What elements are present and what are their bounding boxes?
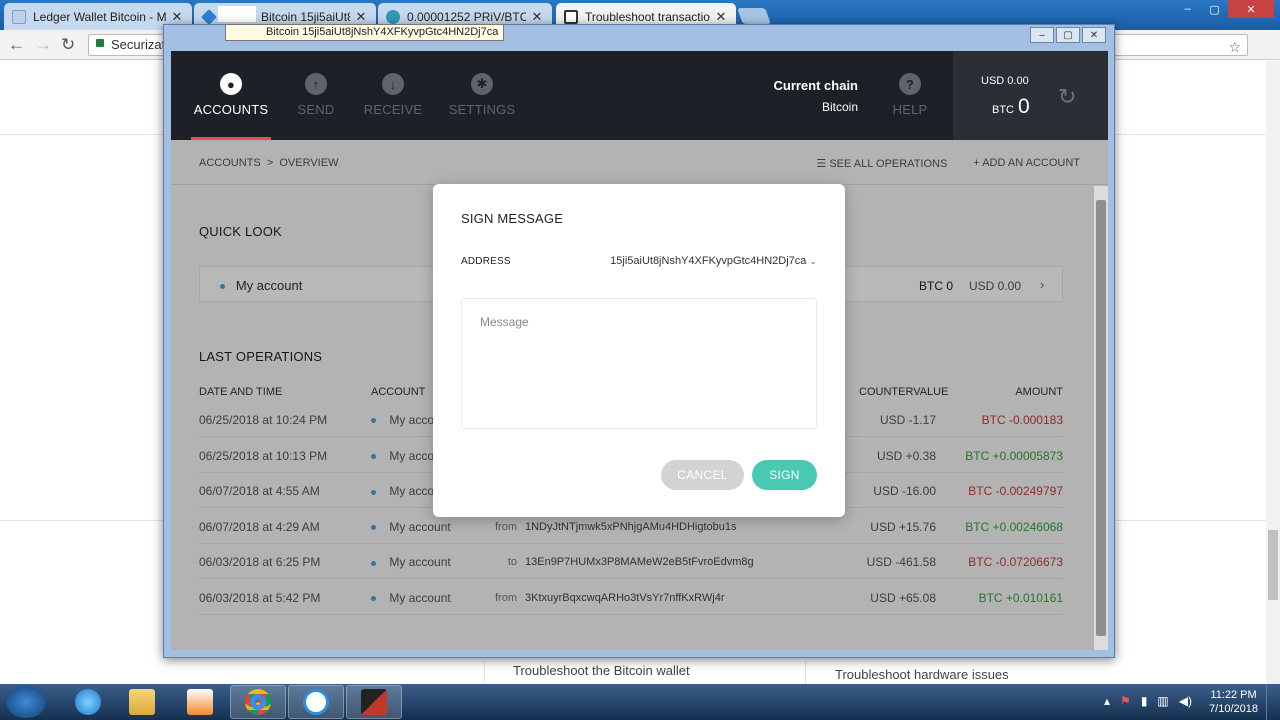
tab-close-icon[interactable]: ✕	[530, 9, 544, 25]
tab-tooltip: Bitcoin 15ji5aiUt8jNshY4XFKyvpGtc4HN2Dj7…	[225, 24, 505, 41]
ledger-favicon	[12, 9, 26, 24]
taskbar-explorer[interactable]	[114, 685, 170, 719]
nav-label: SEND	[297, 102, 335, 117]
clock-date: 7/10/2018	[1209, 703, 1258, 715]
address-bar-text: Securizat	[111, 37, 166, 52]
balance-panel: USD 0.00 BTC 0 ↻	[953, 51, 1108, 140]
globe-favicon	[386, 9, 400, 24]
taskbar-ie[interactable]	[60, 685, 116, 719]
document-favicon	[564, 9, 578, 24]
message-input[interactable]	[461, 298, 817, 429]
app-scrollbar-thumb[interactable]	[1096, 200, 1106, 636]
star-icon[interactable]: ☆	[1228, 39, 1241, 56]
troubleshoot-bitcoin-link[interactable]: Troubleshoot the Bitcoin wallet	[513, 663, 690, 678]
taskbar-wallet[interactable]	[346, 685, 402, 719]
sign-message-modal: SIGN MESSAGE ADDRESS 15ji5aiUt8jNshY4XFK…	[433, 184, 845, 517]
folder-icon	[129, 689, 155, 715]
troubleshoot-hardware-link[interactable]: Troubleshoot hardware issues	[835, 667, 1009, 682]
tab-label: Troubleshoot transactio	[585, 9, 710, 24]
refresh-icon[interactable]: ↻	[1058, 84, 1076, 110]
nav-label: HELP	[892, 102, 928, 117]
volume-icon[interactable]: ◀)	[1179, 694, 1192, 708]
back-arrow-icon[interactable]: ←	[8, 35, 25, 55]
show-desktop-button[interactable]	[1266, 684, 1280, 720]
tab-close-icon[interactable]: ✕	[354, 9, 368, 25]
help-icon: ?	[899, 73, 921, 95]
page-scrollbar-thumb[interactable]	[1268, 530, 1278, 600]
internet-explorer-icon	[75, 689, 101, 715]
close-icon[interactable]: ✕	[1082, 27, 1106, 43]
windows-taskbar: ▴ ⚑ ▮ ▥ ◀) 11:22 PM 7/10/2018	[0, 684, 1280, 720]
maximize-icon[interactable]: ▢	[1201, 0, 1228, 18]
clock-time: 11:22 PM	[1210, 689, 1257, 701]
balance-usd: USD 0.00	[981, 75, 1029, 87]
blue-diamond-favicon	[201, 8, 217, 25]
new-tab-button[interactable]	[737, 8, 771, 24]
lock-icon	[96, 39, 104, 47]
balance-btc: BTC 0	[992, 95, 1030, 119]
wallet-app-icon	[361, 689, 387, 715]
address-select[interactable]: 15ji5aiUt8jNshY4XFKyvpGtc4HN2Dj7ca ⌄	[610, 255, 817, 267]
current-chain-label: Current chain	[773, 78, 858, 93]
chevron-down-icon: ⌄	[809, 256, 817, 266]
tab-label: 0.00001252 PRiV/BTC | Bi	[407, 9, 526, 24]
current-chain: Current chain Bitcoin	[731, 78, 858, 114]
tab-close-icon[interactable]: ✕	[170, 9, 184, 25]
tab-redaction	[218, 6, 256, 22]
browser-window-controls: ‒ ▢ ✕	[1174, 0, 1274, 18]
windows-start-icon[interactable]	[6, 686, 46, 718]
modal-title: SIGN MESSAGE	[461, 211, 564, 226]
maximize-icon[interactable]: ▢	[1056, 27, 1080, 43]
minimize-icon[interactable]: ‒	[1174, 0, 1201, 18]
flag-icon[interactable]: ⚑	[1120, 694, 1131, 708]
minimize-icon[interactable]: ‒	[1030, 27, 1054, 43]
address-label: ADDRESS	[461, 256, 511, 267]
arrow-down-icon: ↓	[382, 73, 404, 95]
forward-arrow-icon[interactable]: →	[35, 35, 52, 55]
nav-receive[interactable]: ↓ RECEIVE	[363, 51, 423, 140]
reload-icon[interactable]: ↻	[61, 35, 75, 55]
nav-help[interactable]: ? HELP	[889, 51, 931, 140]
balance-btc-value: 0	[1018, 95, 1030, 118]
nav-label: ACCOUNTS	[193, 102, 269, 117]
taskbar-media[interactable]	[172, 685, 228, 719]
balance-btc-unit: BTC	[992, 104, 1014, 116]
close-icon[interactable]: ✕	[1228, 0, 1274, 18]
media-player-icon	[187, 689, 213, 715]
tab-label: Ledger Wallet Bitcoin - M	[33, 9, 166, 24]
address-value: 15ji5aiUt8jNshY4XFKyvpGtc4HN2Dj7ca	[610, 255, 807, 267]
taskbar-chrome[interactable]	[230, 685, 286, 719]
app-window-controls: ‒ ▢ ✕	[1030, 27, 1106, 43]
arrow-up-icon: ↑	[305, 73, 327, 95]
network-icon[interactable]: ▥	[1157, 694, 1168, 708]
ledger-app-icon	[303, 689, 329, 715]
battery-icon[interactable]: ▮	[1141, 694, 1148, 708]
chrome-icon	[245, 689, 271, 715]
nav-accounts[interactable]: ● ACCOUNTS	[191, 51, 271, 140]
taskbar-clock[interactable]: 11:22 PM 7/10/2018	[1209, 688, 1258, 716]
current-chain-value: Bitcoin	[821, 100, 858, 114]
system-tray: ▴ ⚑ ▮ ▥ ◀)	[1104, 694, 1192, 708]
nav-label: RECEIVE	[363, 102, 423, 117]
nav-send[interactable]: ↑ SEND	[291, 51, 341, 140]
taskbar-ledger[interactable]	[288, 685, 344, 719]
nav-settings[interactable]: ✱ SETTINGS	[446, 51, 518, 140]
sign-button[interactable]: SIGN	[752, 460, 817, 490]
tab-close-icon[interactable]: ✕	[714, 9, 728, 25]
gear-icon: ✱	[471, 73, 493, 95]
tray-chevron-up-icon[interactable]: ▴	[1104, 694, 1110, 708]
cancel-button[interactable]: CANCEL	[661, 460, 744, 490]
nav-label: SETTINGS	[448, 102, 516, 117]
users-icon: ●	[220, 73, 242, 95]
